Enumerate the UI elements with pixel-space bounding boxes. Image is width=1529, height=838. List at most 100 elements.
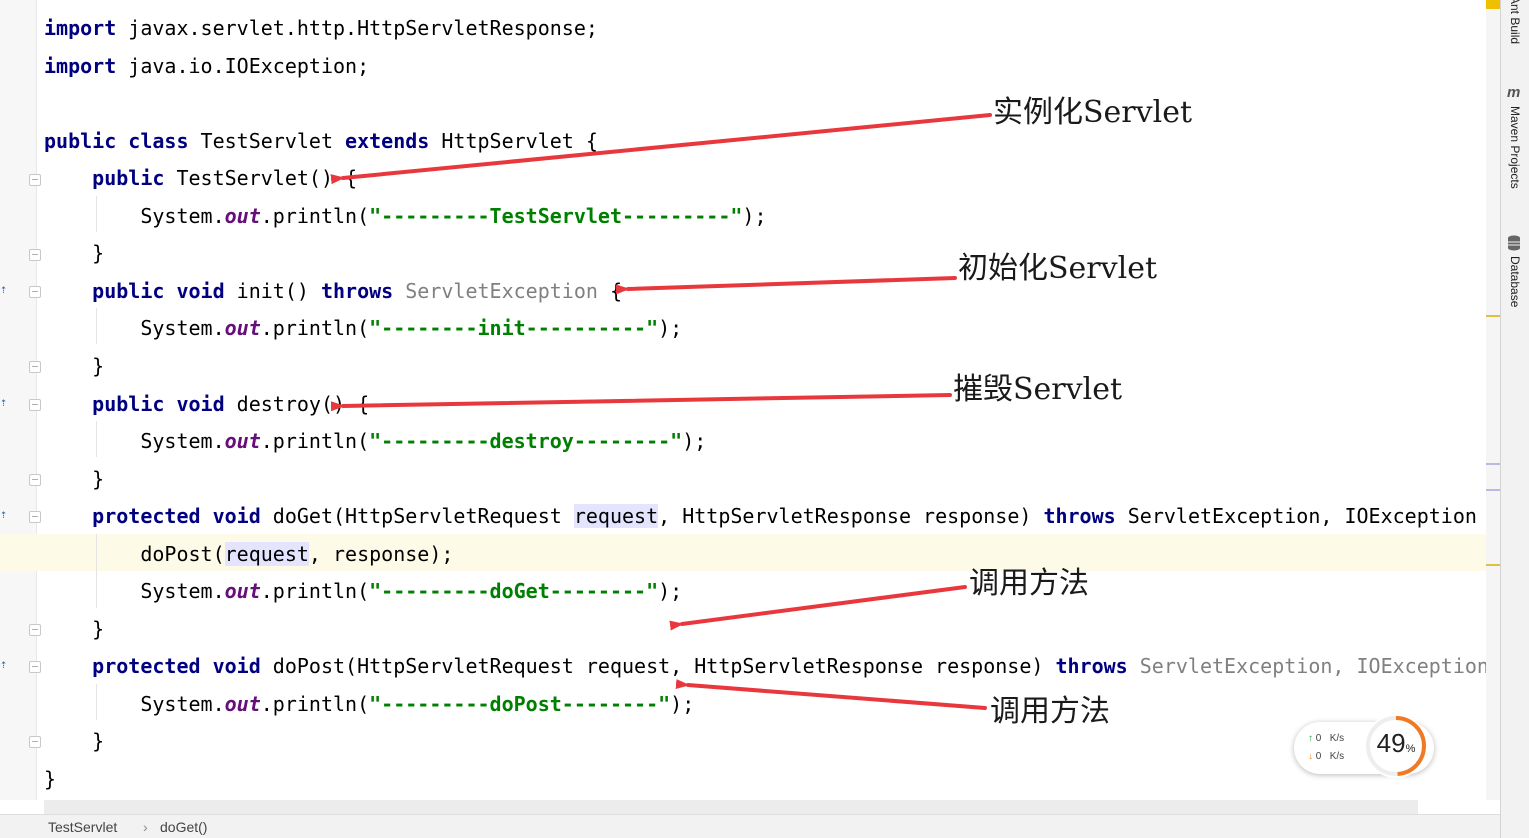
code-line[interactable]: import javax.servlet.http.HttpServletRes… [44,10,598,46]
code-token: System. [44,316,225,341]
code-token: ServletException [405,278,598,303]
code-token: TestServlet() { [176,166,358,191]
annotation-instantiate: 实例化Servlet [993,95,1192,130]
code-token: doPost( [44,541,225,566]
fold-marker-icon[interactable] [29,174,41,186]
code-token: java.io.IOException; [128,53,370,78]
maven-icon: m [1507,84,1521,101]
network-monitor-widget[interactable]: ↑ 0 K/s ↓ 0 K/s 49% [1294,714,1434,778]
code-line[interactable]: public void destroy() { [44,386,369,422]
fold-marker-icon[interactable] [29,361,41,373]
breadcrumb-class[interactable]: TestServlet [48,815,117,838]
error-stripe-marker[interactable] [1486,564,1500,566]
code-token: System. [44,691,225,716]
code-token: out [224,579,261,604]
error-stripe-marker[interactable] [1486,315,1500,317]
code-token: out [224,691,261,716]
code-token: .println( [260,579,370,604]
code-line[interactable]: } [44,761,56,797]
code-token: .println( [260,691,370,716]
annotation-initialize: 初始化Servlet [958,251,1157,286]
code-line[interactable]: public TestServlet() { [44,160,357,196]
breadcrumb-method[interactable]: doGet() [160,815,207,838]
code-line[interactable]: } [44,348,104,384]
code-token: ); [658,579,683,604]
code-token: } [44,729,105,754]
usage-stripe-marker[interactable] [1486,463,1500,465]
download-arrow-icon: ↓ [1308,751,1313,762]
upload-speed: ↑ 0 K/s [1308,733,1344,744]
code-line[interactable]: doPost(request, response); [44,536,453,572]
arrow-invoke-2 [675,679,987,710]
horizontal-scrollbar[interactable] [44,800,1418,814]
code-token: } [44,616,105,641]
code-token: { [597,278,623,303]
fold-marker-icon[interactable] [29,511,41,523]
code-token: "---------doGet--------" [369,579,659,604]
breadcrumb-separator: › [143,819,148,835]
code-token: throws [1043,504,1128,529]
code-line[interactable]: } [44,461,104,497]
code-line[interactable]: System.out.println("--------init--------… [44,310,682,346]
fold-marker-icon[interactable] [29,661,41,673]
code-token: TestServlet [200,128,346,153]
code-token: public void [92,391,237,416]
annotation-invoke-2: 调用方法 [990,694,1110,729]
code-token: request [224,541,309,566]
override-marker-icon[interactable]: ⇡ [0,282,12,296]
arrow-invoke-1 [669,585,967,631]
warning-stripe[interactable] [1486,0,1500,9]
tool-tab-ant-build[interactable]: Ant Build [1508,0,1522,44]
code-line[interactable]: public void init() throws ServletExcepti… [44,273,622,309]
upload-value: 0 [1315,733,1322,744]
code-token: out [224,429,261,454]
code-line[interactable]: } [44,235,104,271]
code-token: "---------doPost--------" [369,691,671,716]
arrow-initialize [615,276,957,295]
code-token: extends [345,128,442,153]
code-token: ); [670,691,695,716]
arrow-destroy [330,393,952,412]
usage-stripe-marker[interactable] [1486,489,1500,491]
code-line[interactable]: public class TestServlet extends HttpSer… [44,123,598,159]
code-line[interactable]: System.out.println("---------doPost-----… [44,686,694,722]
cpu-gauge[interactable]: 49% [1364,714,1428,778]
code-line[interactable]: protected void doPost(HttpServletRequest… [44,648,1489,684]
override-marker-icon[interactable]: ⇡ [0,507,12,521]
code-line[interactable]: } [44,611,104,647]
fold-marker-icon[interactable] [29,736,41,748]
vertical-scrollbar[interactable] [1486,0,1500,800]
fold-marker-icon[interactable] [29,249,41,261]
code-token: init() [236,278,321,303]
database-icon [1507,235,1521,255]
fold-marker-icon[interactable] [29,399,41,411]
code-token: } [44,353,105,378]
tool-tab-database[interactable]: Database [1508,256,1522,307]
annotation-invoke-1: 调用方法 [969,566,1089,601]
code-token: "---------destroy--------" [369,429,683,454]
code-token: ); [658,316,683,341]
code-line[interactable]: System.out.println("---------TestServlet… [44,198,766,234]
fold-marker-icon[interactable] [29,474,41,486]
code-token: } [44,767,57,791]
code-line[interactable]: import java.io.IOException; [44,48,369,84]
tool-window-bar: Ant Build m Maven Projects Database [1500,0,1529,838]
fold-marker-icon[interactable] [29,286,41,298]
fold-marker-icon[interactable] [29,624,41,636]
code-token: "---------TestServlet---------" [369,203,743,228]
override-marker-icon[interactable]: ⇡ [0,657,12,671]
upload-arrow-icon: ↑ [1308,733,1313,744]
code-token: public class [44,128,201,153]
tool-tab-maven-projects[interactable]: Maven Projects [1508,106,1522,189]
code-line[interactable]: } [44,723,104,759]
code-editor[interactable]: ⇡ ⇡ ⇡ ⇡ import javax.servlet.http.HttpSe… [0,0,1500,838]
code-line[interactable]: protected void doGet(HttpServletRequest … [44,498,1500,534]
code-line[interactable]: System.out.println("---------destroy----… [44,423,706,459]
annotation-destroy: 摧毁Servlet [953,372,1122,407]
override-marker-icon[interactable]: ⇡ [0,395,12,409]
code-line[interactable]: System.out.println("---------doGet------… [44,573,682,609]
